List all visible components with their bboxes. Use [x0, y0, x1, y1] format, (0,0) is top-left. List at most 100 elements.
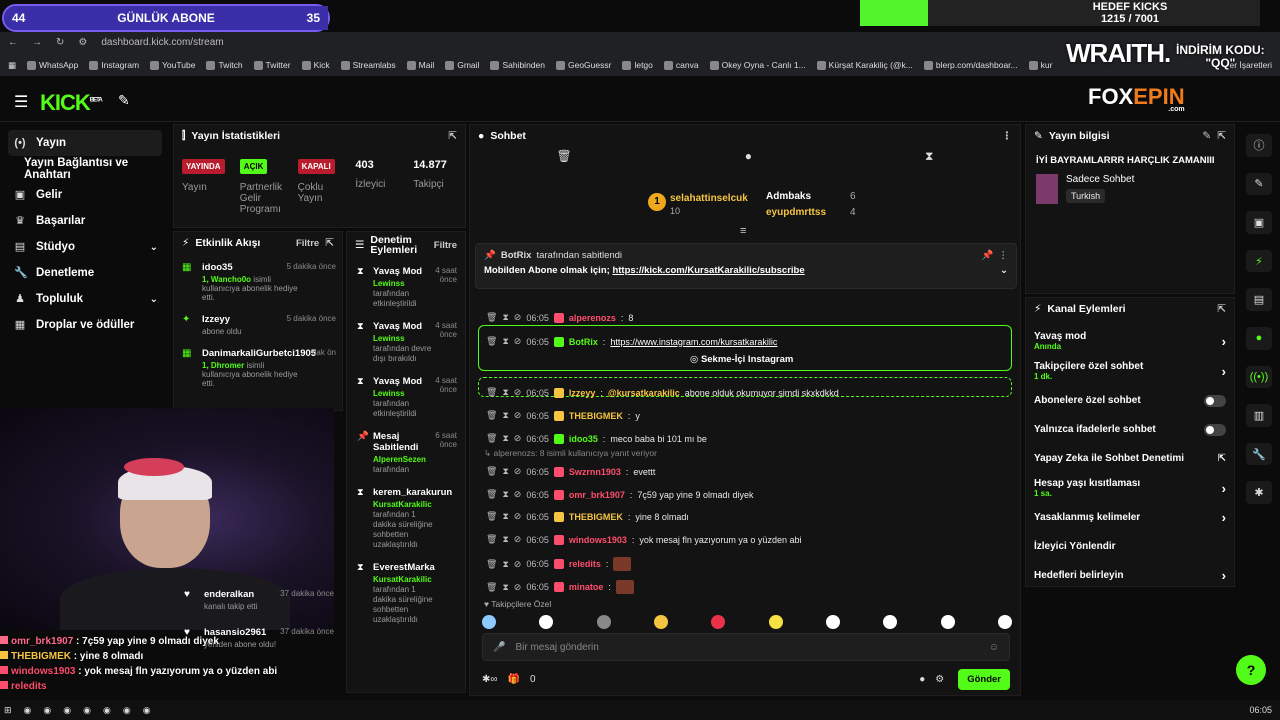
chat-bubble-icon[interactable]: ● [745, 149, 752, 171]
edit-icon[interactable]: ✎ [1246, 172, 1272, 196]
bolt-icon[interactable]: ⚡ [1246, 249, 1272, 273]
taskbar-app-icon[interactable]: ◉ [143, 705, 151, 716]
popout-icon[interactable]: ⇱ [1217, 130, 1226, 142]
bookmark-item[interactable]: Streamlabs [340, 60, 396, 70]
ban-icon[interactable]: ⊘ [514, 511, 522, 522]
points-icon[interactable]: ✱∞ [482, 674, 498, 685]
delete-icon[interactable]: 🗑 [486, 312, 497, 323]
emote-icon[interactable] [997, 615, 1012, 629]
emote-icon[interactable] [596, 615, 611, 629]
collapse-icon[interactable]: ≡ [740, 225, 746, 237]
timeout-icon[interactable]: ⧗ [502, 336, 508, 347]
delete-icon[interactable]: 🗑 [486, 336, 497, 347]
pinned-by-user[interactable]: BotRix [501, 250, 532, 261]
timeout-icon[interactable]: ⧗ [502, 534, 508, 545]
edit-icon[interactable]: ✎ [1202, 130, 1211, 142]
send-button[interactable]: Gönder [958, 668, 1010, 690]
popout-icon[interactable]: ⇱ [325, 237, 334, 249]
bookmark-item[interactable]: Sahibinden [490, 60, 545, 70]
category-thumbnail[interactable] [1036, 174, 1058, 204]
timeout-icon[interactable]: ⧗ [502, 511, 508, 522]
sidebar-item[interactable]: ♛ Başarılar [0, 208, 170, 234]
hourglass-icon[interactable]: ⧗ [925, 149, 933, 171]
bookmark-item[interactable]: Kürşat Karakiliç (@k... [816, 60, 913, 70]
gifter-name[interactable]: Admbaks [766, 191, 811, 202]
ban-icon[interactable]: ⊘ [514, 387, 522, 398]
chat-icon[interactable]: ● [1246, 326, 1272, 350]
bookmark-item[interactable]: Gmail [445, 60, 479, 70]
emote-icon[interactable] [539, 615, 554, 629]
ban-icon[interactable]: ⊘ [514, 466, 522, 477]
timeout-icon[interactable]: ⧗ [502, 466, 508, 477]
emote-icon[interactable] [653, 615, 668, 629]
wrench-icon[interactable]: 🔧 [1246, 442, 1272, 466]
bookmark-item[interactable]: WhatsApp [27, 60, 78, 70]
chat-users-icon[interactable]: ● [919, 674, 925, 685]
taskbar-app-icon[interactable]: ◉ [63, 705, 71, 716]
timeout-icon[interactable]: ⧗ [502, 559, 508, 570]
filter-button[interactable]: Filtre [296, 238, 319, 249]
ban-icon[interactable]: ⊘ [514, 312, 522, 323]
emote-icon[interactable] [940, 615, 955, 629]
screen-icon[interactable]: ▣ [1246, 211, 1272, 234]
pinned-menu-icon[interactable]: ⋮ [999, 250, 1009, 261]
chat-link[interactable]: https://www.instagram.com/kursatkarakili… [610, 337, 777, 347]
delete-icon[interactable]: 🗑 [486, 466, 497, 477]
menu-icon[interactable]: ☰ [14, 92, 28, 112]
top-gifter-name[interactable]: selahattinselcuk [670, 193, 748, 204]
channel-action[interactable]: Abonelere özel sohbet [1026, 386, 1234, 415]
unpin-icon[interactable]: 📌 [982, 250, 994, 261]
chat-username[interactable]: alperenozs [569, 313, 616, 323]
ban-icon[interactable]: ⊘ [514, 433, 522, 444]
windows-start-icon[interactable]: ⊞ [4, 705, 12, 716]
trash-icon[interactable]: 🗑 [557, 149, 572, 171]
bookmark-item[interactable]: canva [663, 60, 699, 70]
delete-icon[interactable]: 🗑 [486, 433, 497, 444]
chat-username[interactable]: minatoe [569, 582, 604, 592]
pinned-link[interactable]: https://kick.com/KursatKarakilic/subscri… [612, 265, 804, 276]
channel-action[interactable]: Hedefleri belirleyin › [1026, 561, 1234, 590]
taskbar-app-icon[interactable]: ◉ [24, 705, 32, 716]
chat-username[interactable]: BotRix [569, 337, 598, 347]
channel-action[interactable]: Takipçilere özel sohbet 1 dk. › [1026, 356, 1234, 386]
bookmark-item[interactable]: Twitter [253, 60, 291, 70]
popout-icon[interactable]: ⇱ [1217, 303, 1226, 315]
channel-action[interactable]: Yasaklanmış kelimeler › [1026, 503, 1234, 532]
toggle-switch[interactable] [1204, 423, 1226, 436]
pin-icon[interactable]: ✎ [118, 92, 130, 109]
channel-action[interactable]: Yapay Zeka ile Sohbet Denetimi ⇱ [1026, 444, 1234, 473]
bookmark-item[interactable]: YouTube [150, 60, 195, 70]
reload-icon[interactable]: ↻ [56, 37, 64, 48]
chat-username[interactable]: Izzeyy [569, 388, 596, 398]
settings-icon[interactable]: ⚙ [935, 674, 944, 685]
chat-username[interactable]: idoo35 [569, 434, 598, 444]
chat-username[interactable]: reledits [569, 559, 601, 569]
timeout-icon[interactable]: ⧗ [502, 433, 508, 444]
popout-icon[interactable]: ⇱ [448, 130, 457, 142]
emote-icon[interactable] [825, 615, 840, 629]
ban-icon[interactable]: ⊘ [514, 534, 522, 545]
chat-username[interactable]: Swzrnn1903 [569, 467, 621, 477]
filter-button[interactable]: Filtre [434, 240, 457, 251]
bookmark-item[interactable]: GeoGuessr [555, 60, 611, 70]
ban-icon[interactable]: ⊘ [514, 410, 522, 421]
help-button[interactable]: ? [1236, 655, 1266, 685]
broadcast-icon[interactable]: ((•)) [1246, 365, 1272, 389]
channel-action[interactable]: Yalnızca ifadelerle sohbet [1026, 415, 1234, 444]
taskbar-app-icon[interactable]: ◉ [123, 705, 131, 716]
channel-action[interactable]: Hesap yaşı kısıtlaması 1 sa. › [1026, 473, 1234, 503]
mic-icon[interactable]: 🎤 [493, 642, 505, 653]
back-icon[interactable]: ← [8, 37, 18, 48]
delete-icon[interactable]: 🗑 [486, 582, 497, 593]
sidebar-item[interactable]: 🔧 Denetleme [0, 260, 170, 286]
instagram-button[interactable]: ◎ Sekme-İçi Instagram [690, 354, 793, 365]
emote-icon[interactable] [883, 615, 898, 629]
bookmark-item[interactable]: Instagram [89, 60, 139, 70]
chat-input[interactable]: 🎤 Bir mesaj gönderin ☺ [482, 633, 1010, 661]
chevron-down-icon[interactable]: ⌄ [1000, 265, 1008, 276]
timeout-icon[interactable]: ⧗ [502, 582, 508, 593]
delete-icon[interactable]: 🗑 [486, 410, 497, 421]
toggle-switch[interactable] [1204, 394, 1226, 407]
category-name[interactable]: Sadece Sohbet [1066, 174, 1134, 185]
sidebar-item[interactable]: Yayın Bağlantısı ve Anahtarı [0, 156, 170, 182]
